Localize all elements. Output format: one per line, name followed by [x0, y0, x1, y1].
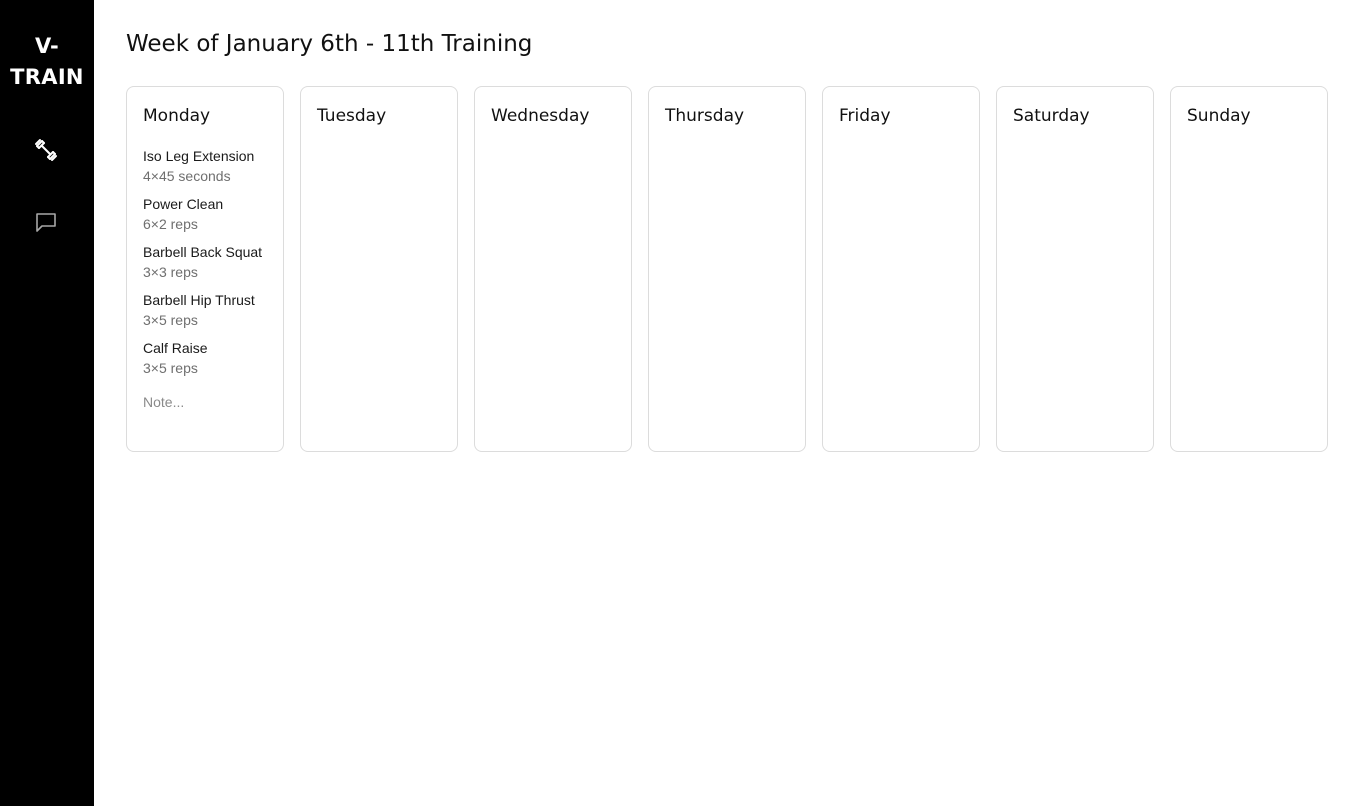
sidebar: V- TRAIN — [0, 0, 94, 806]
day-card-sunday[interactable]: Sunday — [1170, 86, 1328, 452]
exercise-item[interactable]: Barbell Hip Thrust 3×5 reps — [143, 290, 267, 330]
exercise-name: Calf Raise — [143, 340, 208, 356]
exercise-name: Barbell Back Squat — [143, 244, 263, 260]
nav-workouts[interactable] — [33, 137, 59, 163]
day-card-friday[interactable]: Friday — [822, 86, 980, 452]
exercise-item[interactable]: Barbell Back Squat 3×3 reps — [143, 242, 267, 282]
exercise-name: Barbell Hip Thrust — [143, 292, 255, 308]
day-name: Monday — [143, 106, 211, 126]
app-logo[interactable]: V- TRAIN — [0, 31, 94, 93]
exercise-item[interactable]: Iso Leg Extension 4×45 seconds — [143, 146, 267, 186]
exercise-detail: 3×5 reps — [143, 360, 198, 376]
nav-messages[interactable] — [33, 209, 59, 235]
day-card-thursday[interactable]: Thursday — [648, 86, 806, 452]
exercise-name: Iso Leg Extension — [143, 148, 255, 164]
exercise-item[interactable]: Calf Raise 3×5 reps — [143, 338, 267, 378]
exercise-detail: 3×5 reps — [143, 312, 198, 328]
exercise-detail: 3×3 reps — [143, 264, 198, 280]
logo-line-2: TRAIN — [10, 65, 84, 89]
note-input[interactable]: Note... — [143, 394, 267, 410]
day-card-wednesday[interactable]: Wednesday — [474, 86, 632, 452]
day-name: Saturday — [1013, 106, 1090, 126]
day-name: Thursday — [665, 106, 745, 126]
chat-icon — [36, 213, 56, 232]
exercise-detail: 6×2 reps — [143, 216, 198, 232]
main-content: Week of January 6th - 11th Training Mond… — [94, 0, 1352, 806]
page-title: Week of January 6th - 11th Training — [126, 31, 533, 57]
week-days: Monday Iso Leg Extension 4×45 seconds Po… — [126, 86, 1328, 452]
exercise-item[interactable]: Power Clean 6×2 reps — [143, 194, 267, 234]
day-card-saturday[interactable]: Saturday — [996, 86, 1154, 452]
day-name: Friday — [839, 106, 891, 126]
dumbbell-icon — [35, 139, 57, 161]
day-name: Wednesday — [491, 106, 590, 126]
day-card-tuesday[interactable]: Tuesday — [300, 86, 458, 452]
exercise-name: Power Clean — [143, 196, 224, 212]
day-name: Sunday — [1187, 106, 1251, 126]
day-card-monday[interactable]: Monday Iso Leg Extension 4×45 seconds Po… — [126, 86, 284, 452]
exercise-detail: 4×45 seconds — [143, 168, 231, 184]
logo-line-1: V- — [34, 34, 60, 58]
day-name: Tuesday — [317, 106, 387, 126]
